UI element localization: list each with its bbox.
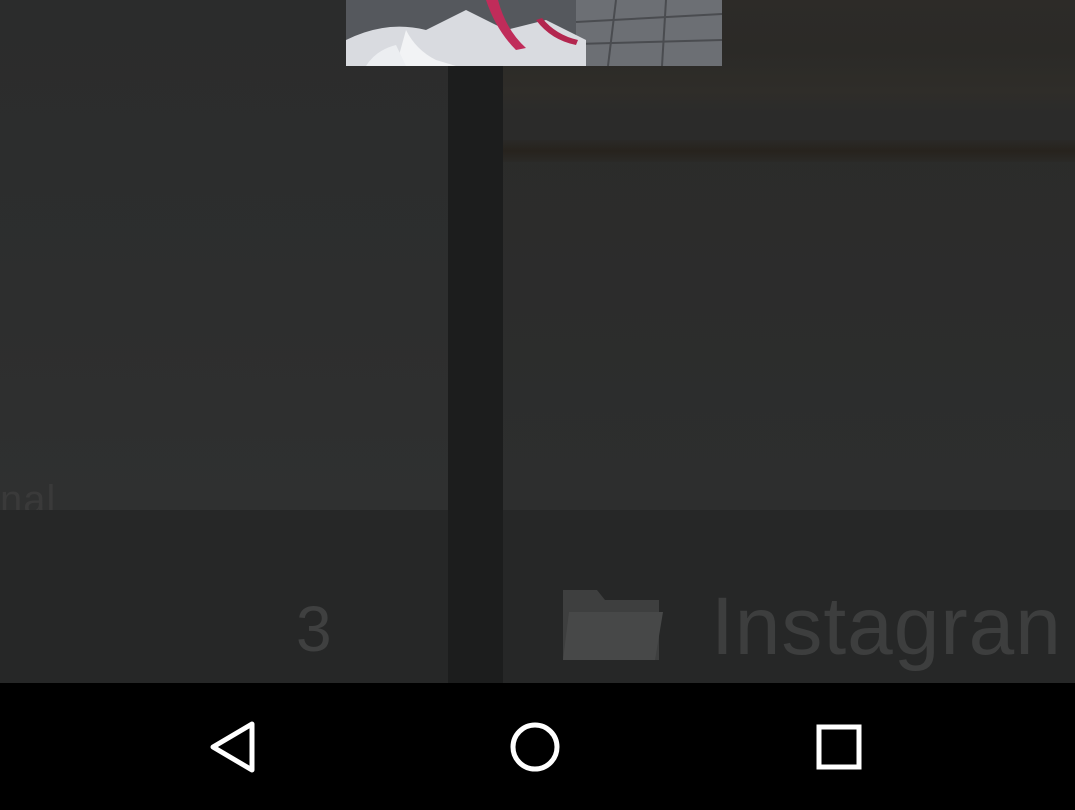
system-nav-bar bbox=[0, 683, 1075, 810]
album-thumbnail bbox=[0, 0, 448, 510]
album-item-count: 3 bbox=[296, 593, 332, 665]
back-icon bbox=[210, 721, 255, 772]
image-content bbox=[346, 0, 722, 66]
album-info-bar bbox=[0, 510, 448, 683]
grid-divider bbox=[448, 0, 503, 683]
folder-icon bbox=[563, 590, 663, 660]
album-thumbnail bbox=[503, 0, 1075, 510]
dragged-image-preview bbox=[346, 0, 722, 66]
gallery-screen: nal 3 Instagran bbox=[0, 0, 1075, 810]
recents-button[interactable] bbox=[769, 683, 909, 810]
back-button[interactable] bbox=[163, 683, 303, 810]
album-tile-right[interactable]: Instagran bbox=[503, 0, 1075, 683]
home-button[interactable] bbox=[465, 683, 605, 810]
home-icon bbox=[510, 722, 560, 771]
thumbnail-detail bbox=[503, 140, 1075, 162]
album-name: Instagran bbox=[711, 581, 1062, 672]
recents-icon bbox=[816, 724, 862, 769]
album-tile-left[interactable]: nal 3 bbox=[0, 0, 448, 683]
